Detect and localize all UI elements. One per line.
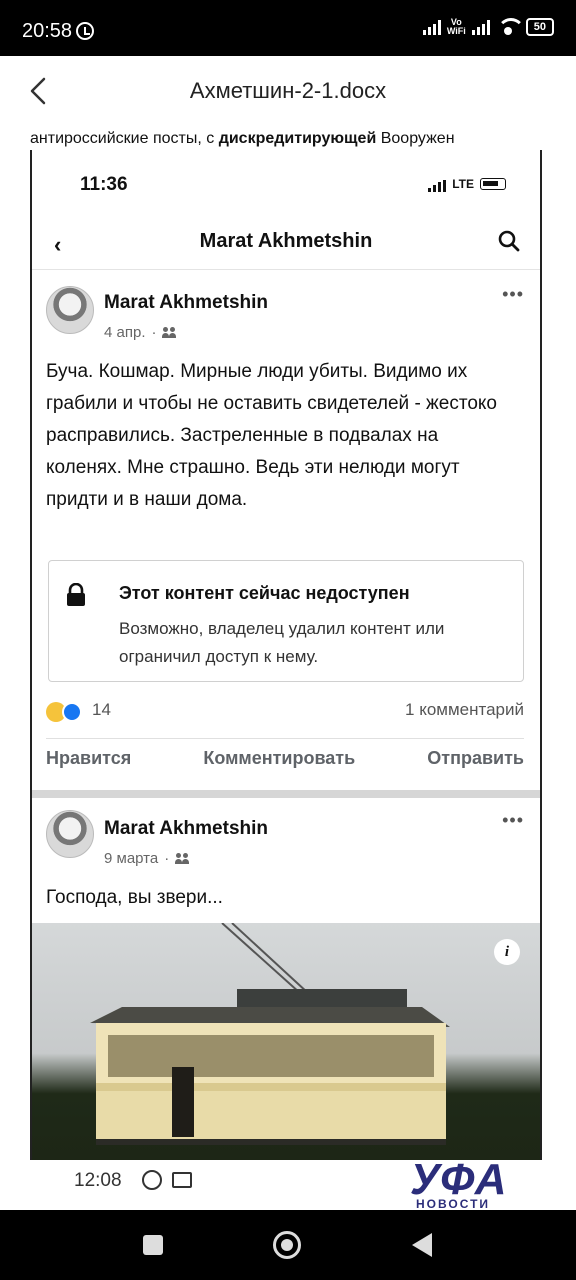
inner-network: LTE: [452, 177, 474, 191]
friends-audience-icon: [162, 326, 178, 339]
vowifi-line2: WiFi: [446, 26, 466, 36]
lock-icon: [67, 583, 85, 606]
content-unavailable-notice: Этот контент сейчас недоступен Возможно,…: [48, 560, 524, 682]
document-text-line: антироссийские посты, с дискредитирующей…: [30, 130, 576, 148]
post-meta: 4 апр. ·: [104, 324, 178, 341]
notice-text: Возможно, владелец удалил контент или ог…: [119, 619, 445, 666]
status-time: 20:58: [22, 20, 73, 42]
meta-dot: ·: [151, 324, 157, 341]
post-author[interactable]: Marat Akhmetshin: [104, 818, 268, 840]
message-icon: [142, 1170, 162, 1190]
like-button[interactable]: Нравится: [46, 748, 131, 778]
meta-dot: ·: [164, 850, 170, 867]
image-icon: [172, 1172, 192, 1188]
inner-signal-icon: [428, 176, 447, 192]
post-photo[interactable]: i: [32, 923, 540, 1160]
like-reaction-icon: [62, 702, 82, 722]
home-icon[interactable]: [273, 1231, 301, 1259]
status-icons: Vo WiFi 50: [422, 18, 554, 36]
inner-status-bar: 11:36 LTE: [32, 150, 540, 212]
embedded-screenshot: 11:36 LTE ‹ Marat Akhmetshin Marat Akhme…: [30, 150, 542, 1160]
info-icon[interactable]: i: [494, 939, 520, 965]
battery-icon: 50: [525, 18, 554, 36]
doc-text-after: Вооружен: [376, 130, 455, 147]
more-options-icon[interactable]: •••: [502, 284, 524, 305]
footer-time: 12:08: [74, 1170, 122, 1191]
post-date[interactable]: 9 марта: [104, 850, 158, 867]
post-text: Господа, вы звери...: [46, 887, 223, 908]
post-text: Буча. Кошмар. Мирные люди убиты. Видимо …: [46, 361, 497, 510]
reactions-row: 14 1 комментарий: [46, 698, 524, 724]
more-options-icon[interactable]: •••: [502, 810, 524, 831]
recent-apps-icon[interactable]: [143, 1235, 163, 1255]
watermark-logo: УФА НОВОСТИ: [410, 1155, 550, 1213]
doc-text-before: антироссийские посты, с: [30, 130, 219, 147]
post-2: Marat Akhmetshin 9 марта · ••• Господа, …: [32, 798, 540, 923]
comment-button[interactable]: Комментировать: [203, 748, 355, 778]
inner-time: 11:36: [80, 174, 128, 195]
notice-title: Этот контент сейчас недоступен: [119, 583, 410, 603]
cellular-signal-icon: [422, 19, 441, 35]
watermark-sub: НОВОСТИ: [416, 1197, 491, 1211]
inner-battery-icon: [480, 178, 506, 190]
profile-name-title: Marat Akhmetshin: [199, 230, 373, 252]
status-bar: 20:58 Vo WiFi 50: [0, 0, 576, 56]
vowifi-icon: Vo WiFi: [447, 18, 466, 36]
avatar[interactable]: [46, 810, 94, 858]
post-author[interactable]: Marat Akhmetshin: [104, 292, 268, 314]
search-icon[interactable]: [498, 230, 520, 252]
reaction-count[interactable]: 14: [92, 700, 111, 720]
back-triangle-icon[interactable]: [412, 1233, 432, 1257]
divider: [46, 738, 524, 739]
reaction-icons[interactable]: [46, 702, 88, 722]
document-title: Ахметшин-2-1.docx: [189, 78, 387, 103]
post-actions: Нравится Комментировать Отправить: [46, 748, 524, 778]
doc-text-bold: дискредитирующей: [218, 130, 377, 147]
tram-image: [90, 923, 450, 1145]
share-button[interactable]: Отправить: [427, 748, 524, 778]
inner-status-icons: LTE: [428, 176, 506, 192]
cellular-signal-2-icon: [471, 19, 490, 35]
post-meta: 9 марта ·: [104, 850, 191, 867]
comment-count[interactable]: 1 комментарий: [405, 700, 524, 720]
profile-nav-bar: ‹ Marat Akhmetshin: [32, 212, 540, 270]
navigation-bar: [0, 1210, 576, 1280]
alarm-icon: [76, 22, 94, 40]
friends-audience-icon: [175, 852, 191, 865]
post-date[interactable]: 4 апр.: [104, 324, 145, 341]
document-header: Ахметшин-2-1.docx: [0, 56, 576, 126]
post-separator: [32, 790, 540, 798]
wifi-icon: [496, 18, 525, 36]
avatar[interactable]: [46, 286, 94, 334]
